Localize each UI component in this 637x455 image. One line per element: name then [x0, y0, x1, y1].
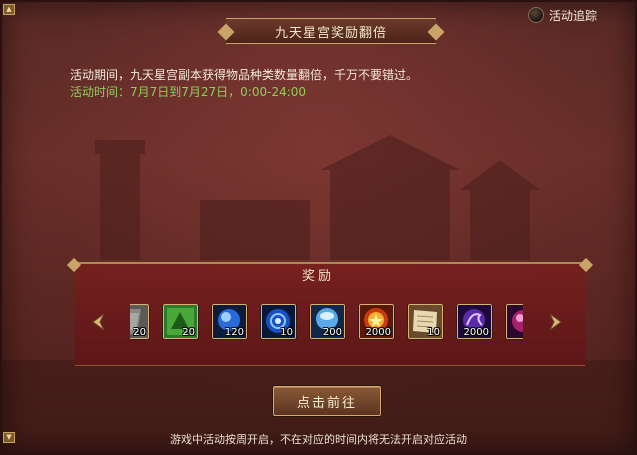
reward-item-green-crystal[interactable]: 20: [163, 304, 198, 339]
reward-item-purple-dragon[interactable]: 2000: [457, 304, 492, 339]
item-quantity: 200: [322, 327, 342, 338]
go-now-button[interactable]: 点击前往: [273, 386, 381, 416]
page-title: 九天星宫奖励翻倍: [274, 25, 387, 41]
reward-items-viewport: 20 20 120 10 200 2000 10 2000: [130, 304, 523, 340]
chevron-left-icon: [92, 313, 105, 331]
chevron-right-icon: [549, 313, 562, 331]
item-quantity: 20: [182, 327, 195, 338]
title-plaque: 九天星宫奖励翻倍: [226, 18, 436, 44]
item-quantity: 2000: [365, 327, 391, 338]
reward-item-scroll[interactable]: 20: [130, 304, 149, 339]
event-description: 活动期间，九天星宫副本获得物品种类数量翻倍，千万不要错过。: [70, 68, 419, 82]
reward-item-blue-orb[interactable]: 120: [212, 304, 247, 339]
reward-section-title: 奖励: [301, 268, 334, 284]
next-arrow-button[interactable]: [544, 311, 566, 333]
reward-item-magenta-orb[interactable]: [506, 304, 523, 339]
reward-item-gold-medal[interactable]: 2000: [359, 304, 394, 339]
track-label: 活动追踪: [549, 8, 598, 23]
item-quantity: 10: [280, 327, 293, 338]
prev-arrow-button[interactable]: [88, 311, 110, 333]
track-checkbox-icon[interactable]: [528, 7, 544, 23]
activity-track-toggle[interactable]: 活动追踪: [528, 6, 597, 24]
reward-item-blue-spiral-orb[interactable]: 10: [261, 304, 296, 339]
item-quantity: 120: [224, 327, 244, 338]
item-quantity: 20: [133, 327, 146, 338]
item-quantity: 10: [427, 327, 440, 338]
event-time: 活动时间：7月7日到7月27日，0:00-24:00: [70, 85, 307, 99]
schedule-notice: 游戏中活动按周开启，不在对应的时间内将无法开启对应活动: [170, 433, 467, 446]
reward-item-parchment-scroll[interactable]: 10: [408, 304, 443, 339]
item-quantity: 2000: [463, 327, 489, 338]
magenta-orb-icon: [507, 305, 523, 338]
reward-item-light-blue-orb[interactable]: 200: [310, 304, 345, 339]
scroll-up-icon[interactable]: ▲: [3, 4, 15, 15]
